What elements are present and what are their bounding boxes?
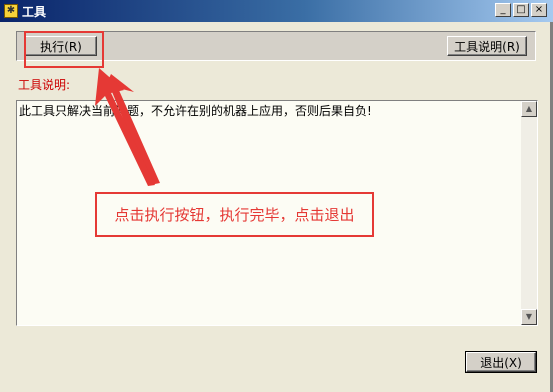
instruction-annotation: 点击执行按钮，执行完毕，点击退出 [95, 192, 374, 237]
tool-window: ✱ 工具 _ □ × 执行(R) 工具说明(R) 工具说明: 此工具只解决当前问… [0, 0, 553, 392]
